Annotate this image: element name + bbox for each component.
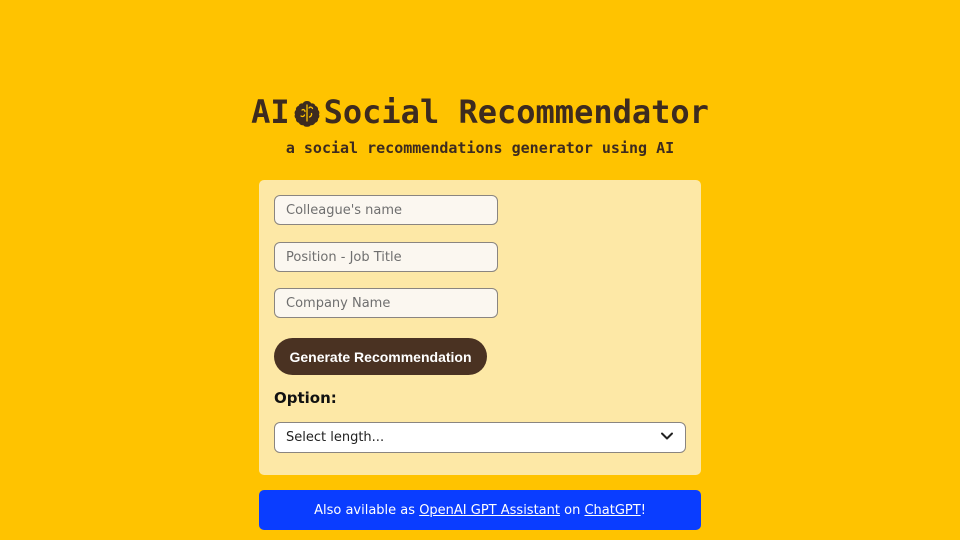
- banner-text-middle: on: [559, 502, 585, 518]
- availability-banner: Also avilable as OpenAI GPT Assistant on…: [259, 490, 701, 530]
- company-input[interactable]: [274, 288, 498, 318]
- chevron-down-icon: [660, 428, 674, 447]
- brain-icon: [292, 97, 322, 127]
- form-card: Generate Recommendation Option: Select l…: [259, 180, 701, 475]
- position-input[interactable]: [274, 242, 498, 272]
- banner-text-before: Also avilable as: [314, 502, 420, 518]
- length-select[interactable]: Select length...: [274, 422, 686, 453]
- length-select-value: Select length...: [286, 430, 385, 445]
- banner-text-after: !: [640, 502, 646, 518]
- title-rest: Social Recommendator: [323, 93, 709, 131]
- page-subtitle: a social recommendations generator using…: [285, 139, 675, 157]
- colleague-name-input[interactable]: [274, 195, 498, 225]
- title-prefix: AI: [251, 93, 290, 131]
- header: AI Social Recommendator a social recomme…: [0, 92, 960, 158]
- chatgpt-link[interactable]: ChatGPT: [584, 503, 640, 518]
- page-title: AI Social Recommendator: [0, 92, 960, 132]
- option-label: Option:: [274, 389, 337, 407]
- generate-recommendation-button[interactable]: Generate Recommendation: [274, 338, 487, 375]
- openai-gpt-assistant-link[interactable]: OpenAI GPT Assistant: [419, 503, 560, 518]
